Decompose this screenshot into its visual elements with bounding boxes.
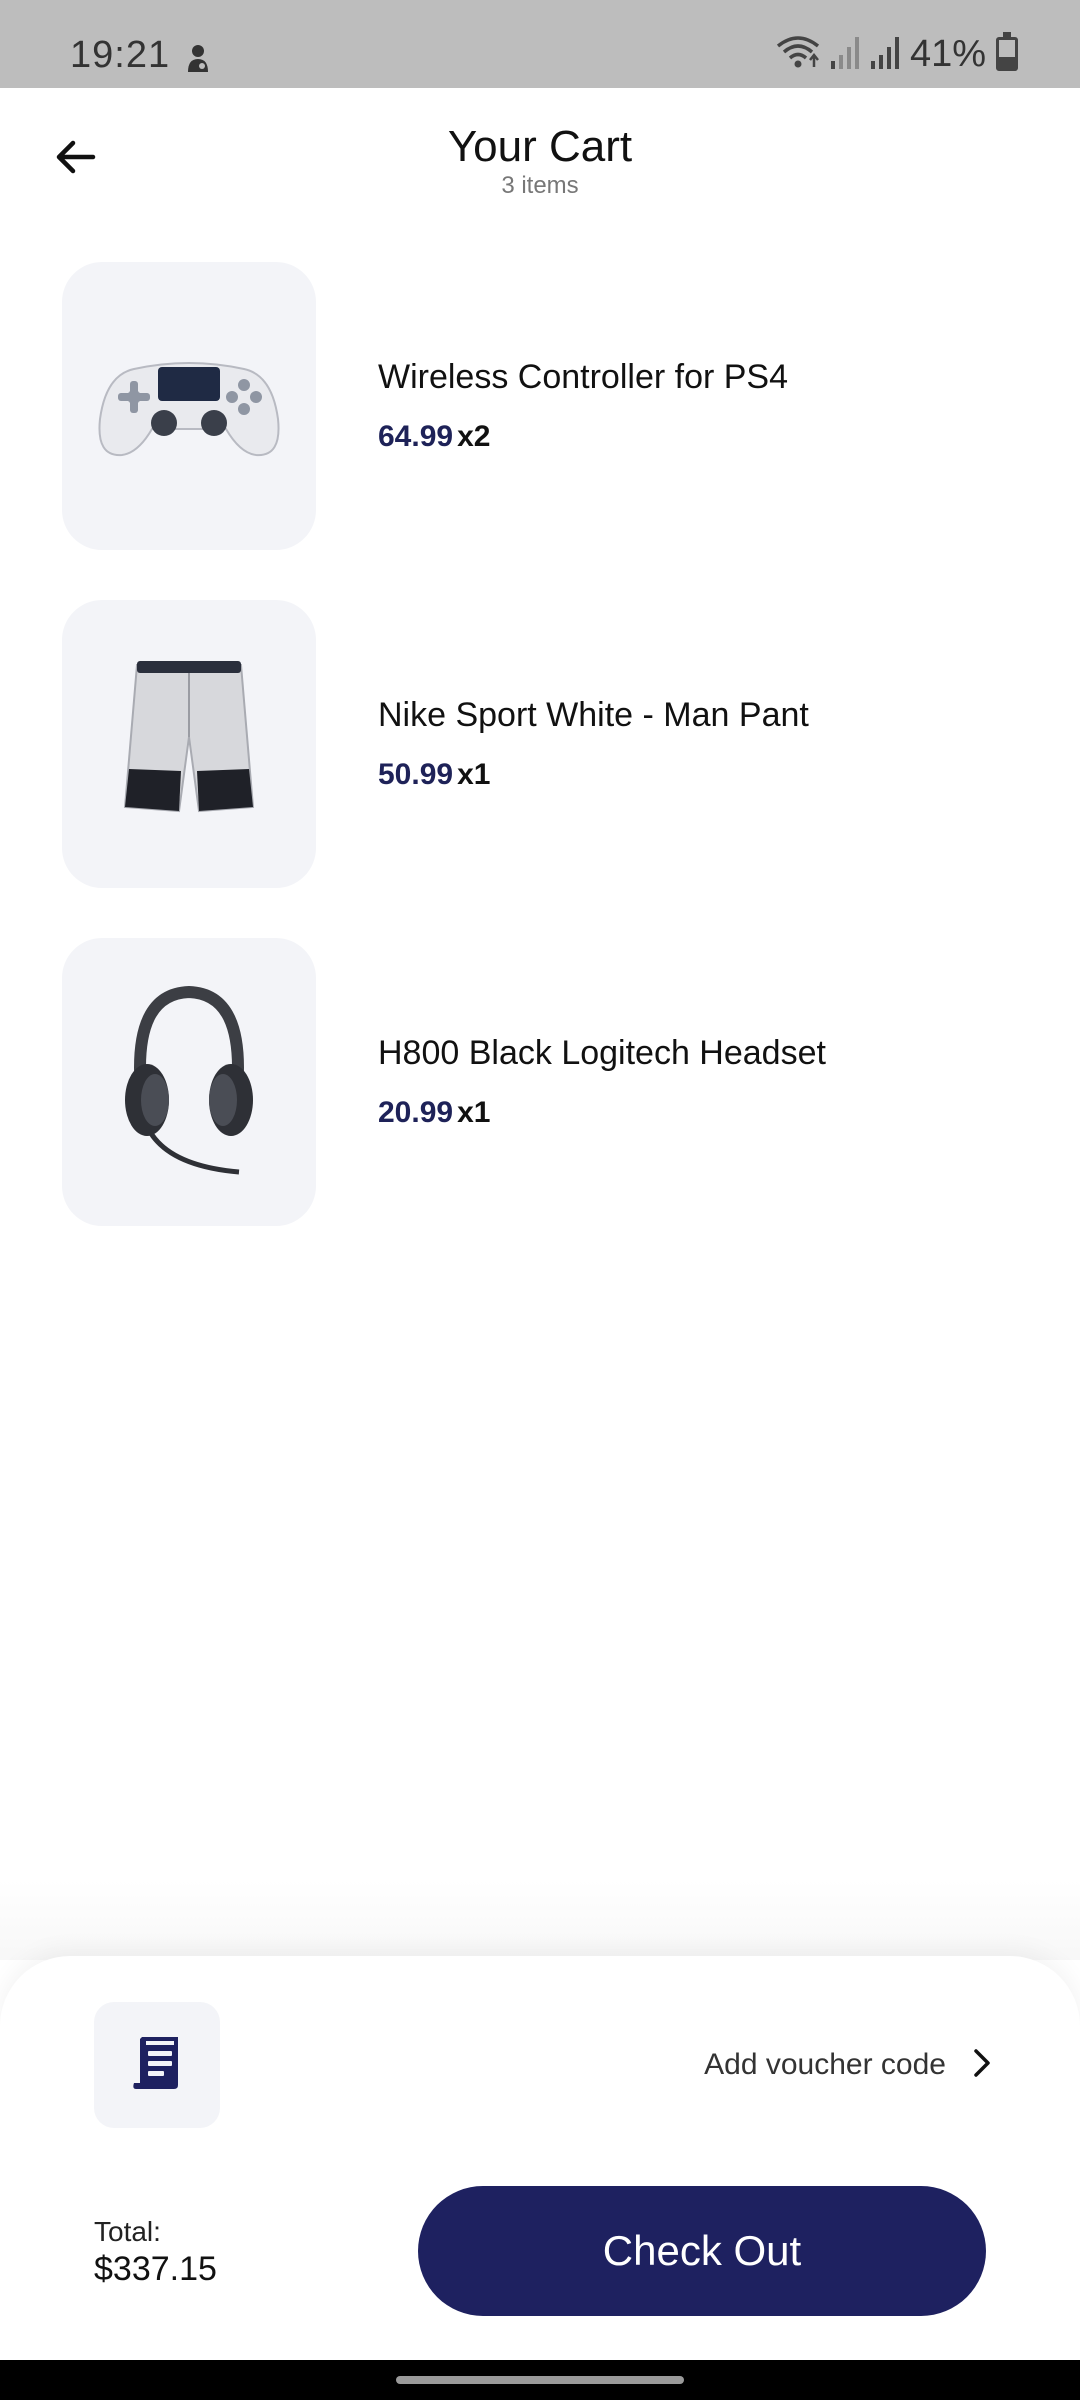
checkout-button[interactable]: Check Out <box>418 2186 986 2316</box>
product-thumbnail <box>62 262 316 550</box>
product-thumbnail <box>62 600 316 888</box>
signal-icon <box>830 35 860 74</box>
product-thumbnail <box>62 938 316 1226</box>
product-price: 20.99 <box>378 1096 454 1129</box>
add-voucher-button[interactable]: Add voucher code <box>704 2040 992 2090</box>
home-handle[interactable] <box>396 2376 684 2384</box>
battery-percentage: 41% <box>909 32 986 75</box>
status-indicators: 41% <box>776 32 1018 75</box>
item-count: 3 items <box>501 172 579 199</box>
bottom-fade <box>0 1880 1080 1960</box>
total-label: Total: <box>94 2216 161 2247</box>
cart-item[interactable]: Wireless Controller for PS4 64.99 x2 <box>62 262 1022 550</box>
product-price: 50.99 <box>378 758 454 791</box>
page-title: Your Cart <box>447 122 633 171</box>
product-quantity: x1 <box>457 758 491 791</box>
product-quantity: x1 <box>457 1096 491 1129</box>
cart-item[interactable]: H800 Black Logitech Headset 20.99 x1 <box>62 938 1022 1226</box>
status-bar: 19:21 41% <box>0 0 1080 88</box>
price-row: 20.99 x1 <box>378 1096 490 1130</box>
price-row: 64.99 x2 <box>378 420 490 454</box>
product-name: Nike Sport White - Man Pant <box>378 696 809 734</box>
product-name: H800 Black Logitech Headset <box>378 1034 826 1072</box>
battery-icon <box>996 32 1018 71</box>
receipt-icon <box>132 2035 182 2096</box>
system-nav-bar <box>0 2360 1080 2400</box>
chevron-right-icon <box>972 2047 992 2084</box>
voucher-label: Add voucher code <box>704 2048 946 2081</box>
person-icon <box>182 42 214 74</box>
price-row: 50.99 x1 <box>378 758 490 792</box>
total-value: $337.15 <box>94 2250 217 2288</box>
shorts-image <box>119 657 259 832</box>
headset-image <box>119 980 259 1185</box>
product-quantity: x2 <box>457 420 491 453</box>
wifi-icon <box>776 34 820 75</box>
voucher-icon-box[interactable] <box>94 2002 220 2128</box>
status-time: 19:21 <box>70 34 171 76</box>
cart-item[interactable]: Nike Sport White - Man Pant 50.99 x1 <box>62 600 1022 888</box>
product-name: Wireless Controller for PS4 <box>378 358 789 396</box>
signal-icon <box>870 35 900 74</box>
gamepad-image <box>94 339 284 474</box>
product-price: 64.99 <box>378 420 454 453</box>
